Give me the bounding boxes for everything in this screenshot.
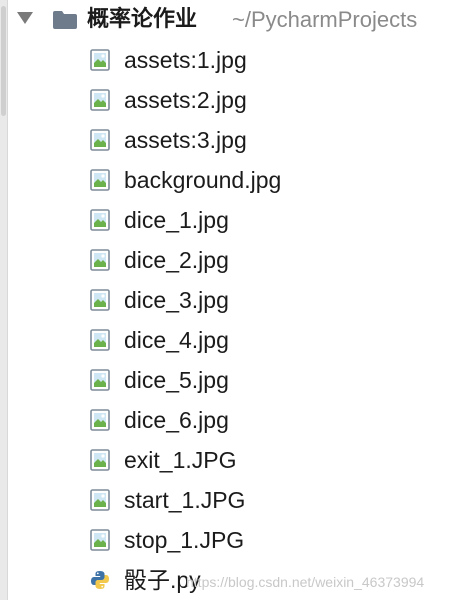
- image-file-icon: [90, 529, 110, 551]
- chevron-down-icon[interactable]: [17, 12, 33, 24]
- file-name: dice_3.jpg: [124, 287, 229, 313]
- file-name: assets:1.jpg: [124, 47, 247, 73]
- image-file-icon: [90, 49, 110, 71]
- image-file-icon: [90, 329, 110, 351]
- tree-file-row[interactable]: stop_1.JPG: [0, 520, 450, 560]
- file-name: stop_1.JPG: [124, 527, 245, 553]
- root-folder-path: ~/PycharmProjects: [232, 7, 418, 32]
- file-name: dice_1.jpg: [124, 207, 229, 233]
- image-file-icon: [90, 369, 110, 391]
- file-name: assets:2.jpg: [124, 87, 247, 113]
- file-name: exit_1.JPG: [124, 447, 237, 473]
- tree-root-folder-row[interactable]: 概率论作业 ~/PycharmProjects: [0, 0, 450, 40]
- tree-file-row[interactable]: dice_4.jpg: [0, 320, 450, 360]
- tree-file-row[interactable]: dice_1.jpg: [0, 200, 450, 240]
- image-file-icon: [90, 409, 110, 431]
- tree-file-row[interactable]: start_1.JPG: [0, 480, 450, 520]
- file-name: dice_5.jpg: [124, 367, 229, 393]
- image-file-icon: [90, 249, 110, 271]
- file-name: assets:3.jpg: [124, 127, 247, 153]
- image-file-icon: [90, 489, 110, 511]
- tree-file-row[interactable]: exit_1.JPG: [0, 440, 450, 480]
- image-file-icon: [90, 289, 110, 311]
- image-file-icon: [90, 449, 110, 471]
- folder-icon: [53, 11, 77, 29]
- root-folder-name: 概率论作业: [87, 7, 198, 32]
- tree-file-row[interactable]: background.jpg: [0, 160, 450, 200]
- file-name: start_1.JPG: [124, 487, 246, 513]
- image-file-icon: [90, 209, 110, 231]
- tree-file-row[interactable]: assets:3.jpg: [0, 120, 450, 160]
- tree-file-row[interactable]: dice_5.jpg: [0, 360, 450, 400]
- tree-file-row[interactable]: dice_6.jpg: [0, 400, 450, 440]
- file-name: dice_6.jpg: [124, 407, 229, 433]
- image-file-icon: [90, 129, 110, 151]
- file-name: dice_2.jpg: [124, 247, 229, 273]
- tree-file-row[interactable]: assets:1.jpg: [0, 40, 450, 80]
- watermark-text: https://blog.csdn.net/weixin_46373994: [186, 574, 425, 590]
- file-name: background.jpg: [124, 167, 282, 193]
- image-file-icon: [90, 89, 110, 111]
- file-name: dice_4.jpg: [124, 327, 229, 353]
- image-file-icon: [90, 169, 110, 191]
- tree-file-row[interactable]: assets:2.jpg: [0, 80, 450, 120]
- tree-file-row[interactable]: dice_2.jpg: [0, 240, 450, 280]
- tree-file-row[interactable]: dice_3.jpg: [0, 280, 450, 320]
- python-file-icon: [90, 569, 110, 591]
